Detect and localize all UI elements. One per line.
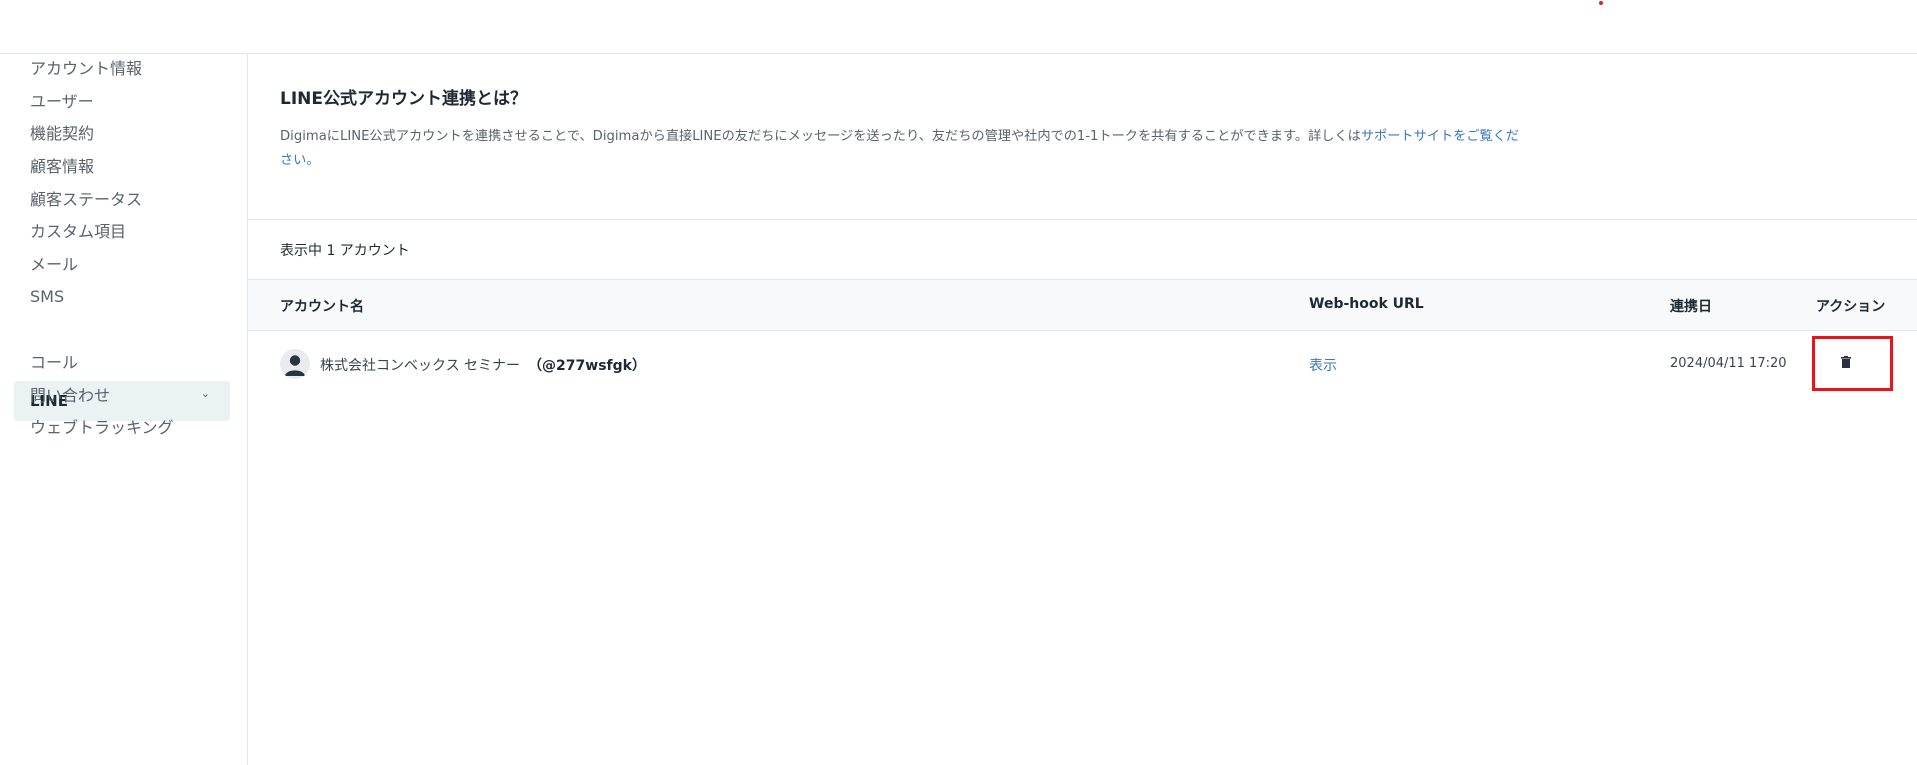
sidebar-item-label: 機能契約	[30, 124, 95, 143]
sidebar-item-label: アカウント情報	[30, 59, 143, 78]
account-count: 表示中 1 アカウント	[280, 243, 410, 259]
avatar-icon	[280, 349, 310, 379]
sidebar-item-label: ウェブトラッキング	[30, 418, 174, 437]
main-content: LINE公式アカウント連携とは？ DigimaにLINE公式アカウントを連携させ…	[248, 54, 1917, 765]
account-name: 株式会社コンベックス セミナー （@277wsfgk）	[320, 355, 646, 375]
table-header: アカウント名 Web-hook URL 連携日 アクション	[248, 279, 1917, 331]
sidebar-item-label: カスタム項目	[30, 222, 127, 241]
linked-date: 2024/04/11 17:20	[1670, 356, 1787, 371]
top-bar	[0, 0, 1917, 54]
sidebar-item-label: 顧客ステータス	[30, 190, 143, 209]
sidebar-item-label: 顧客情報	[30, 157, 95, 176]
column-header-account-name[interactable]: アカウント名	[280, 296, 364, 316]
description-text: DigimaにLINE公式アカウントを連携させることで、Digimaから直接LI…	[280, 129, 1361, 144]
trash-icon	[1841, 356, 1851, 368]
table-row: 株式会社コンベックス セミナー （@277wsfgk） 表示 2024/04/11…	[248, 331, 1917, 401]
column-header-linked-date[interactable]: 連携日	[1670, 296, 1712, 316]
notification-dot	[1599, 1, 1603, 5]
column-header-action: アクション	[1816, 299, 1886, 315]
sidebar-item-label: ユーザー	[30, 92, 94, 111]
line-account-id: （@277wsfgk）	[528, 358, 646, 374]
webhook-url-show-link[interactable]: 表示	[1309, 355, 1337, 375]
divider	[248, 219, 1917, 220]
section-title: LINE公式アカウント連携とは？	[280, 89, 527, 109]
sidebar-item-label: コール	[30, 353, 79, 372]
sidebar-item-sms[interactable]: SMS	[14, 276, 230, 316]
sidebar-item-label: 問い合わせ	[30, 386, 111, 405]
column-header-webhook-url[interactable]: Web-hook URL	[1309, 296, 1424, 312]
settings-sidebar: アカウント情報 ユーザー 機能契約 顧客情報 顧客ステータス カスタム項目 メー…	[0, 54, 248, 765]
section-description: DigimaにLINE公式アカウントを連携させることで、Digimaから直接LI…	[280, 125, 1520, 173]
account-name-text: 株式会社コンベックス セミナー	[320, 358, 521, 374]
person-icon	[280, 349, 310, 379]
sidebar-item-label: メール	[30, 255, 79, 274]
sidebar-item-web-tracking[interactable]: ウェブトラッキング	[14, 406, 230, 446]
sidebar-item-label: SMS	[30, 286, 65, 306]
delete-button[interactable]	[1831, 345, 1861, 379]
chevron-down-icon: ⌄	[200, 387, 210, 400]
